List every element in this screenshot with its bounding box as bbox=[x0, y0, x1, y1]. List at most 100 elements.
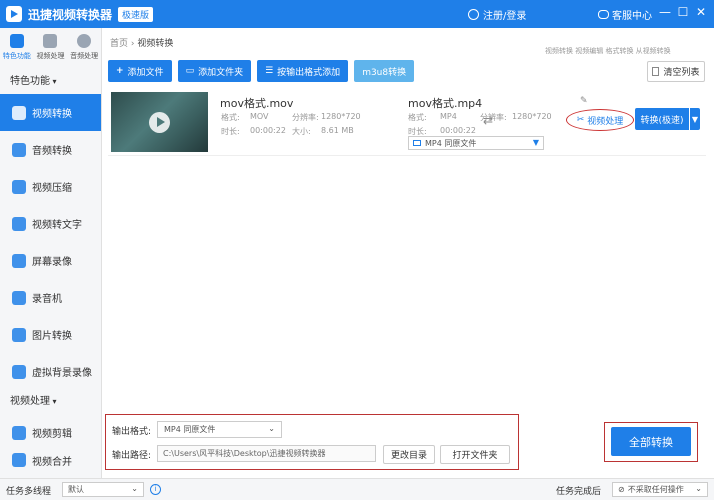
section-video-process[interactable]: 视频处理 bbox=[0, 390, 101, 414]
sidebar-item-label: 视频剪辑 bbox=[32, 429, 72, 440]
close-button[interactable]: ✕ bbox=[694, 5, 708, 19]
service-center-link[interactable]: 客服中心 bbox=[598, 7, 652, 22]
sidebar-item-label: 音频转换 bbox=[32, 146, 72, 157]
output-resolution: 1280*720 bbox=[512, 112, 552, 121]
sidebar-item-video-merge[interactable]: 视频合并 bbox=[0, 451, 101, 469]
chat-icon bbox=[598, 10, 609, 19]
audio-icon bbox=[77, 34, 92, 48]
video-convert-icon bbox=[12, 105, 26, 120]
tab-featured[interactable]: 特色功能 bbox=[3, 34, 31, 70]
select-value: MP4 同原文件 bbox=[164, 425, 216, 434]
convert-dropdown-button[interactable]: ▼ bbox=[690, 108, 700, 130]
sidebar-item-recorder[interactable]: 录音机 bbox=[0, 279, 101, 316]
sidebar-item-video-edit[interactable]: 视频剪辑 bbox=[0, 414, 101, 451]
source-duration-label: 时长: bbox=[221, 127, 240, 136]
output-path-label: 输出路径: bbox=[112, 451, 152, 461]
tab-label: 特色功能 bbox=[2, 52, 31, 60]
sidebar-item-label: 录音机 bbox=[32, 294, 62, 305]
section-featured[interactable]: 特色功能 bbox=[0, 70, 101, 94]
video-process-button[interactable]: ✂ 视频处理 bbox=[566, 109, 634, 131]
film-icon bbox=[43, 34, 58, 48]
output-format-dropdown[interactable]: MP4 同原文件 ⌄ bbox=[157, 421, 282, 438]
output-format: MP4 bbox=[440, 112, 457, 121]
convert-all-button[interactable]: 全部转换 bbox=[611, 427, 691, 456]
login-link[interactable]: 注册/登录 bbox=[468, 7, 526, 22]
sidebar-item-audio-convert[interactable]: 音频转换 bbox=[0, 131, 101, 168]
app-title: 迅捷视频转换器 bbox=[28, 7, 113, 22]
select-value: 默认 bbox=[68, 485, 84, 494]
folder-icon: ▭ bbox=[185, 66, 195, 76]
add-by-format-button[interactable]: ☰ 按输出格式添加 bbox=[257, 60, 349, 82]
output-path-input[interactable] bbox=[157, 445, 376, 462]
sidebar-item-video-compress[interactable]: 视频压缩 bbox=[0, 168, 101, 205]
button-label: m3u8转换 bbox=[362, 67, 407, 78]
output-file-name: mov格式.mp4 bbox=[408, 97, 483, 110]
output-format-select[interactable]: MP4 同原文件 ▼ bbox=[408, 136, 544, 150]
open-folder-button[interactable]: 打开文件夹 bbox=[440, 445, 510, 464]
breadcrumb-home[interactable]: 首页 bbox=[110, 39, 128, 49]
service-label: 客服中心 bbox=[612, 11, 652, 22]
sidebar-item-label: 视频转换 bbox=[32, 109, 72, 120]
tab-label: 音频处理 bbox=[70, 52, 99, 60]
sidebar-item-video-to-text[interactable]: 视频转文字 bbox=[0, 205, 101, 242]
multi-thread-label: 任务多线程 bbox=[6, 487, 52, 497]
chevron-down-icon: ⌄ bbox=[695, 484, 702, 493]
output-resolution-label: 分辨率: bbox=[480, 113, 507, 122]
sidebar-item-video-convert[interactable]: 视频转换 bbox=[0, 94, 101, 131]
sidebar-item-virtual-bg[interactable]: 虚拟背景录像 bbox=[0, 353, 101, 390]
compress-icon bbox=[12, 179, 26, 194]
sidebar-item-label: 虚拟背景录像 bbox=[32, 368, 92, 379]
sidebar: 特色功能 视频处理 音频处理 特色功能 视频转换 音频转换 视频压缩 视频转文字… bbox=[0, 28, 102, 478]
maximize-button[interactable]: ☐ bbox=[676, 5, 690, 19]
source-format: MOV bbox=[250, 112, 269, 121]
edit-video-icon bbox=[12, 425, 26, 440]
minimize-button[interactable]: — bbox=[658, 5, 672, 19]
pencil-icon[interactable]: ✎ bbox=[580, 96, 588, 106]
breadcrumb-current: 视频转换 bbox=[137, 39, 174, 49]
trash-icon bbox=[652, 67, 660, 76]
breadcrumb: 首页 › 视频转换 bbox=[110, 36, 173, 49]
thread-select[interactable]: 默认 ⌄ bbox=[62, 482, 144, 497]
chevron-down-icon: ▼ bbox=[691, 114, 699, 124]
sidebar-item-screen-record[interactable]: 屏幕录像 bbox=[0, 242, 101, 279]
sidebar-top-tabs: 特色功能 视频处理 音频处理 bbox=[0, 28, 101, 70]
after-done-label: 任务完成后 bbox=[556, 487, 602, 497]
chevron-down-icon: ⌄ bbox=[131, 484, 138, 493]
tab-audio-process[interactable]: 音频处理 bbox=[70, 34, 98, 70]
edition-badge: 极速版 bbox=[118, 6, 154, 22]
source-size: 8.61 MB bbox=[321, 126, 354, 135]
text-icon bbox=[12, 216, 26, 231]
button-label: 按输出格式添加 bbox=[277, 67, 341, 78]
mic-icon bbox=[12, 290, 26, 305]
toolbar: + 添加文件 ▭ 添加文件夹 ☰ 按输出格式添加 m3u8转换 bbox=[108, 60, 415, 82]
sidebar-item-label: 视频压缩 bbox=[32, 183, 72, 194]
play-icon[interactable] bbox=[149, 112, 170, 133]
sidebar-item-label: 视频合并 bbox=[32, 456, 72, 468]
source-duration: 00:00:22 bbox=[250, 126, 286, 135]
screen-icon bbox=[12, 253, 26, 268]
file-row: mov格式.mov 格式: MOV 分辨率: 1280*720 时长: 00:0… bbox=[108, 88, 706, 156]
convert-button[interactable]: 转换(极速) bbox=[635, 108, 689, 130]
sidebar-item-image-convert[interactable]: 图片转换 bbox=[0, 316, 101, 353]
source-resolution: 1280*720 bbox=[321, 112, 361, 121]
merge-icon bbox=[12, 453, 26, 467]
after-done-select[interactable]: ⊘ 不采取任何操作 ⌄ bbox=[612, 482, 708, 497]
output-duration: 00:00:22 bbox=[440, 126, 476, 135]
clear-list-button[interactable]: 清空列表 bbox=[647, 61, 705, 82]
add-folder-button[interactable]: ▭ 添加文件夹 bbox=[177, 60, 252, 82]
image-icon bbox=[12, 327, 26, 342]
video-thumbnail[interactable] bbox=[111, 92, 208, 152]
chevron-down-icon: ▼ bbox=[532, 138, 539, 147]
tab-video-process[interactable]: 视频处理 bbox=[36, 34, 64, 70]
convert-all-highlight: 全部转换 bbox=[604, 422, 698, 462]
add-file-button[interactable]: + 添加文件 bbox=[108, 60, 172, 82]
plus-icon: + bbox=[116, 66, 124, 76]
app-logo-icon bbox=[6, 6, 22, 22]
sidebar-item-label: 屏幕录像 bbox=[32, 257, 72, 268]
sidebar-item-label: 图片转换 bbox=[32, 331, 72, 342]
m3u8-convert-button[interactable]: m3u8转换 bbox=[354, 60, 415, 82]
info-icon[interactable]: i bbox=[150, 484, 161, 495]
top-right-hint: 视频转换 视频编辑 格式转换 从视频转换 bbox=[545, 47, 671, 55]
output-settings-panel: 输出格式: MP4 同原文件 ⌄ 输出路径: 更改目录 打开文件夹 bbox=[105, 414, 519, 470]
change-directory-button[interactable]: 更改目录 bbox=[383, 445, 435, 464]
